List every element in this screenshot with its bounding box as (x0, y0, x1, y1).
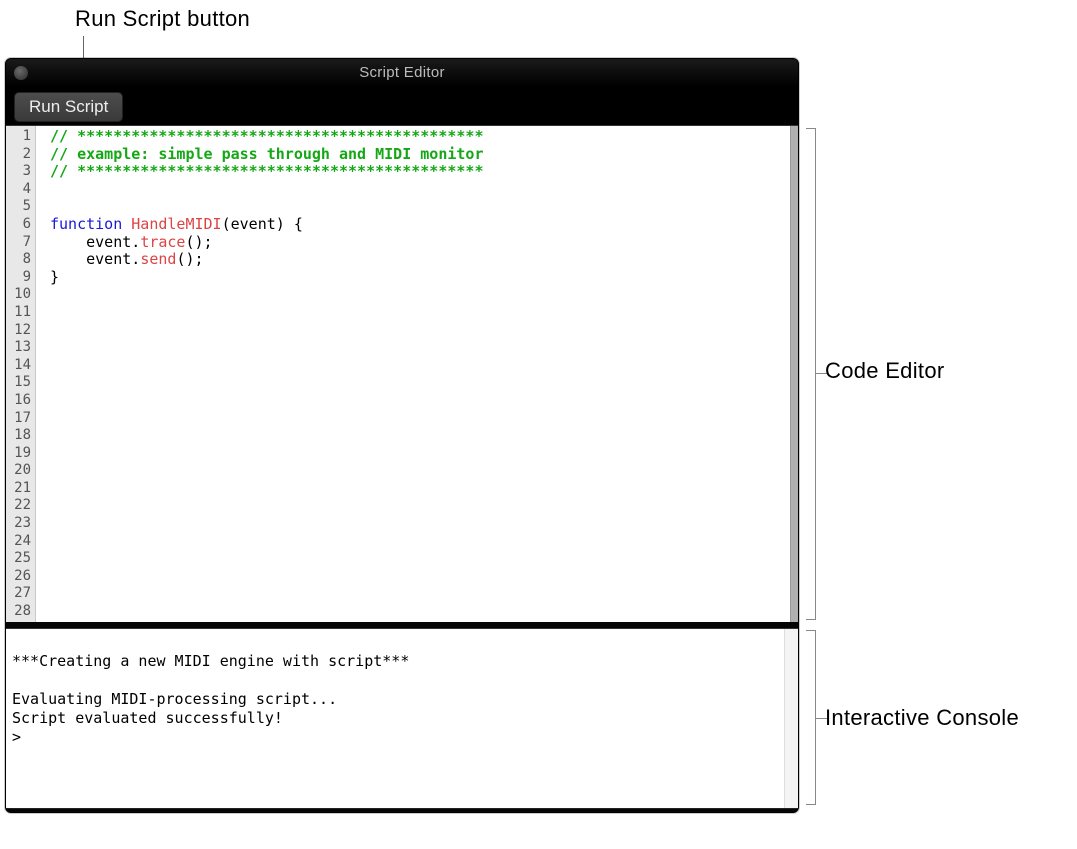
error-strip (790, 126, 798, 622)
console-output[interactable]: ***Creating a new MIDI engine with scrip… (6, 629, 784, 808)
window-bottom-edge (6, 808, 798, 812)
annotation-interactive-console: Interactive Console (825, 705, 1019, 731)
annotation-run-script: Run Script button (75, 6, 250, 32)
window-title: Script Editor (359, 64, 445, 81)
code-editor-pane[interactable]: 1 2 3 4 5 6 7 8 9 10 11 12 13 14 15 16 1… (6, 125, 798, 622)
script-editor-window: Script Editor Run Script 1 2 3 4 5 6 7 8… (5, 58, 799, 813)
interactive-console-pane[interactable]: ***Creating a new MIDI engine with scrip… (6, 628, 798, 808)
toolbar: Run Script (6, 87, 798, 125)
annotation-code-editor: Code Editor (825, 358, 944, 384)
annotation-bracket-console (806, 630, 816, 805)
run-script-button[interactable]: Run Script (14, 92, 123, 122)
code-area[interactable]: // *************************************… (36, 126, 790, 622)
window-titlebar[interactable]: Script Editor (6, 59, 798, 87)
annotation-bracket-editor (806, 128, 816, 620)
close-icon[interactable] (14, 66, 28, 80)
line-number-gutter: 1 2 3 4 5 6 7 8 9 10 11 12 13 14 15 16 1… (6, 126, 36, 622)
scrollbar[interactable] (784, 629, 798, 808)
